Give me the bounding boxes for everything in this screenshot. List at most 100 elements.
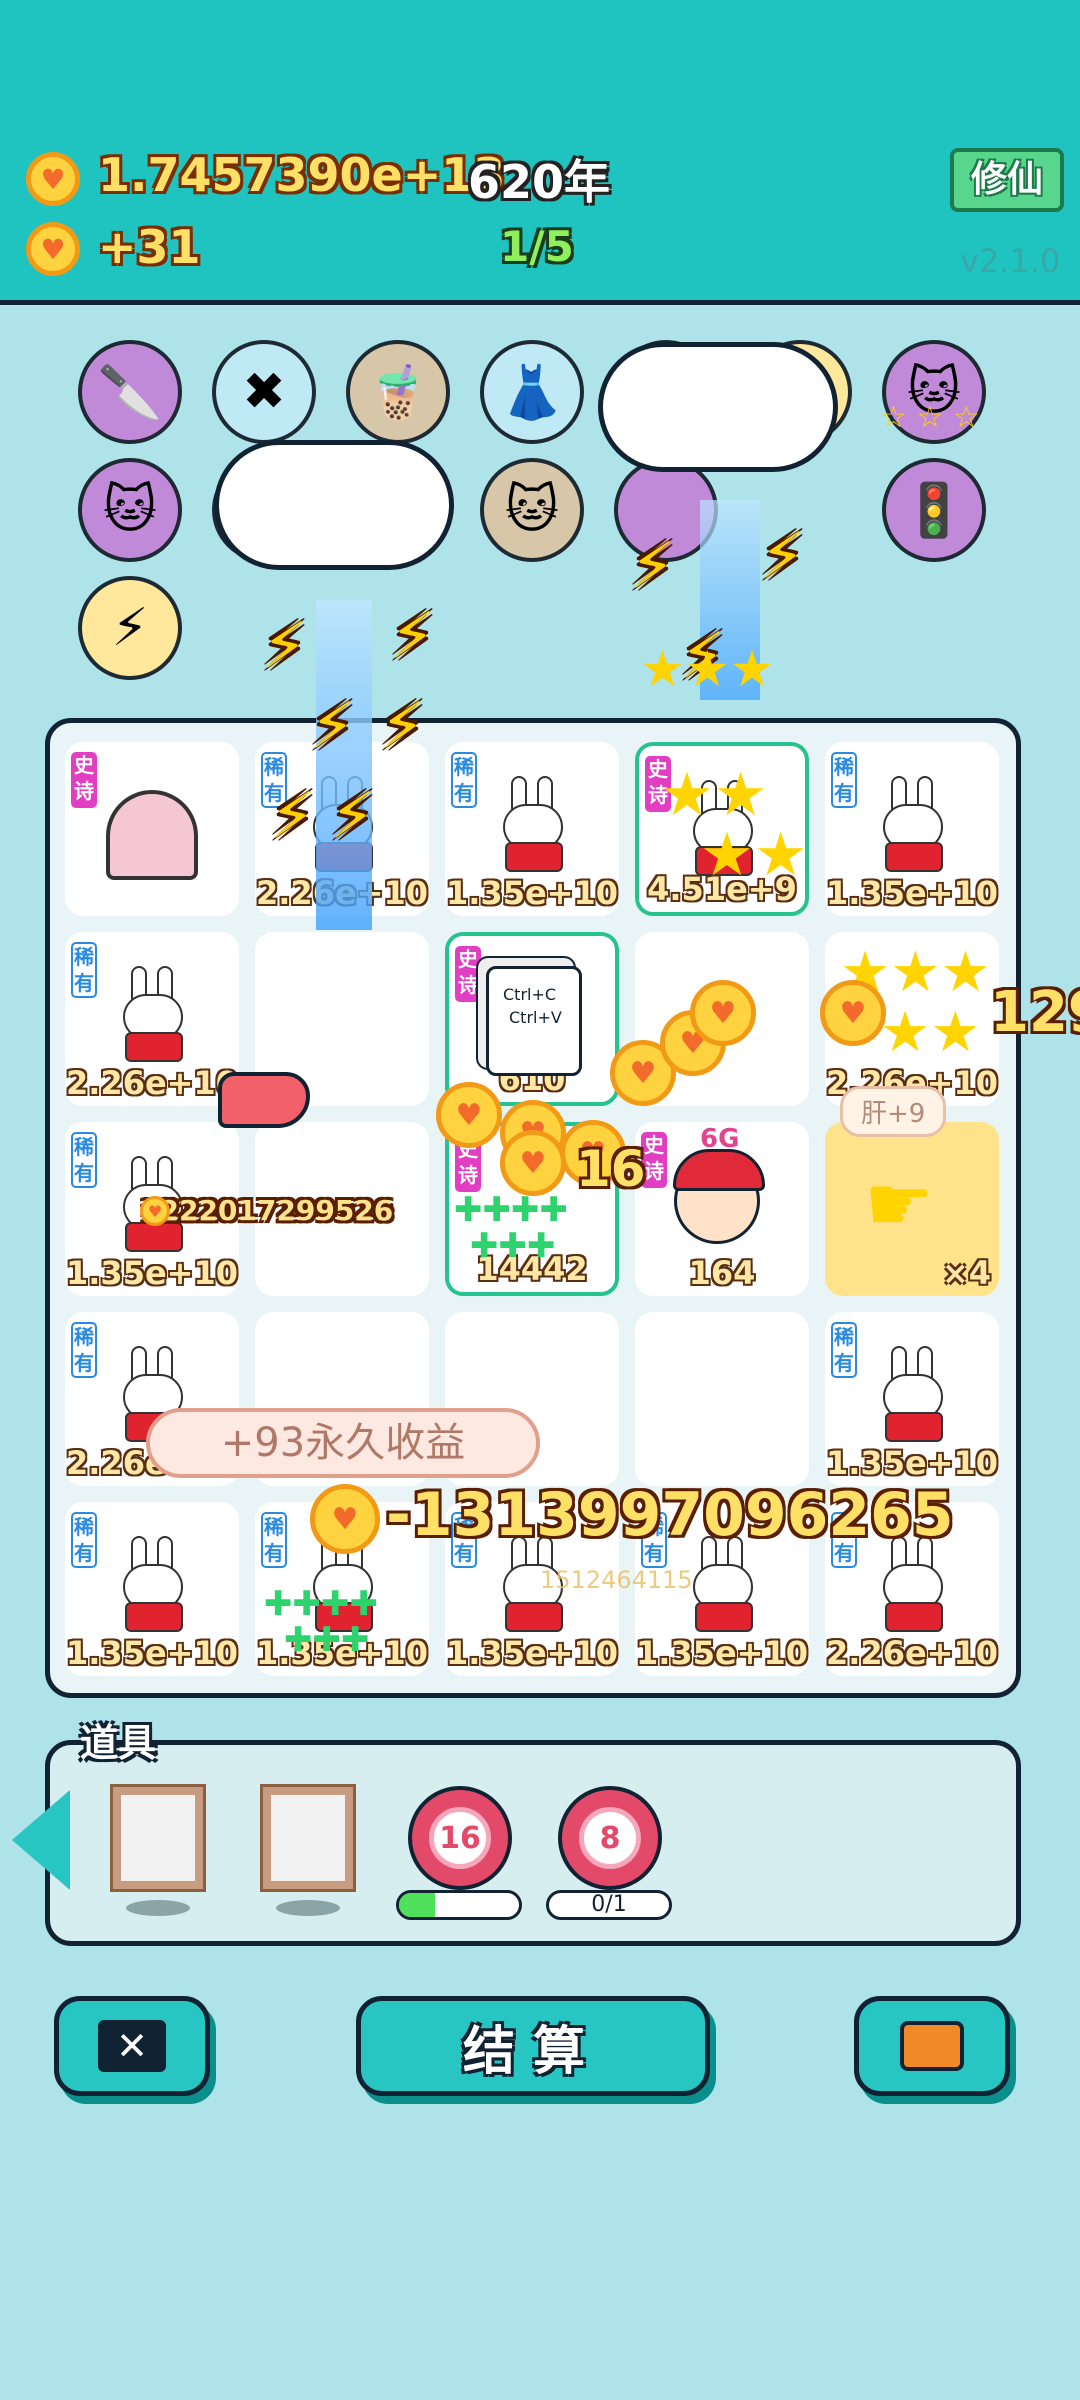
- close-icon: ✕: [98, 2020, 166, 2072]
- board-cell[interactable]: 稀有 2.26e+10: [65, 932, 239, 1106]
- permanent-income-toast: +93永久收益: [146, 1408, 540, 1478]
- cultivate-button[interactable]: 修仙: [950, 148, 1064, 212]
- rare-tag: 稀有: [451, 752, 477, 808]
- year-counter: 620年: [468, 155, 611, 209]
- coin-icon: ♥: [310, 1484, 380, 1554]
- board-cell[interactable]: 稀有 1.35e+10: [825, 742, 999, 916]
- epic-tag: 史诗: [71, 752, 97, 808]
- liver-bubble: 肝+9: [840, 1086, 947, 1137]
- copy-paste-card: Ctrl+C Ctrl+V: [486, 966, 582, 1076]
- target-progress-fill: [399, 1893, 435, 1917]
- target-icon-16[interactable]: 16: [408, 1786, 512, 1890]
- bunny-icon: [497, 776, 567, 876]
- coin-icon: ♥: [820, 980, 886, 1046]
- portrait-frame-empty[interactable]: [260, 1784, 356, 1892]
- target-icon-8[interactable]: 8: [558, 1786, 662, 1890]
- cat-coin-item-icon[interactable]: 🐱: [78, 458, 182, 562]
- scroll-left-arrow-icon[interactable]: [12, 1790, 70, 1890]
- clover-icon: ✚✚✚: [284, 1620, 370, 1660]
- coin-total: 1.7457390e+13: [98, 148, 506, 202]
- coin-icon: ♥: [26, 152, 80, 206]
- target-count: 16: [429, 1807, 491, 1869]
- target-progress-bar: 0/1: [546, 1890, 672, 1920]
- stage-progress: 1/5: [500, 222, 574, 271]
- rare-tag: 稀有: [71, 942, 97, 998]
- kid-face-icon: [673, 1149, 765, 1244]
- coin-icon: ♥: [690, 980, 756, 1046]
- clover-icon: ✚✚✚✚: [264, 1584, 378, 1624]
- lightning-bolt-icon: ⚡: [760, 520, 805, 594]
- epic-tag: 史诗: [455, 946, 481, 1002]
- item-shadow: [126, 1900, 190, 1916]
- star-icon: ★★: [700, 820, 808, 890]
- cloud-icon-2: [598, 342, 838, 472]
- target-count: 8: [579, 1807, 641, 1869]
- floating-gain: 129: [990, 980, 1080, 1045]
- settle-label: 结算: [462, 2021, 603, 2082]
- blank-portrait-icon: [271, 1795, 345, 1881]
- lightning-bolt-icon: ⚡: [330, 780, 375, 854]
- lightning-bolt-icon: ⚡: [380, 690, 425, 764]
- income-coin-icon: ♥: [26, 222, 80, 276]
- cell-value: 1.35e+10: [446, 1634, 618, 1672]
- version-label: v2.1.0: [960, 242, 1061, 280]
- floating-gain: 1222017299526: [140, 1194, 394, 1227]
- cell-value: 1.35e+10: [446, 874, 618, 912]
- rare-tag: 稀有: [71, 1512, 97, 1568]
- bunny-house-icon: [106, 790, 198, 880]
- traffic-light-item-icon[interactable]: 🚦: [882, 458, 986, 562]
- rare-tag: 稀有: [71, 1322, 97, 1378]
- star-icon: ★★: [880, 1000, 981, 1065]
- old-man-portrait-icon: [121, 1795, 195, 1881]
- cell-value: 2.26e+10: [826, 1634, 998, 1672]
- rare-tag: 稀有: [831, 752, 857, 808]
- bunny-icon: [877, 776, 947, 876]
- cell-value: ×4: [941, 1254, 991, 1292]
- twin-cats-item-icon[interactable]: 🐱: [480, 458, 584, 562]
- board-cell[interactable]: 稀有 1.35e+10: [445, 742, 619, 916]
- cell-value: 2.26e+10: [66, 1064, 238, 1102]
- cell-value: 1.35e+10: [66, 1254, 238, 1292]
- paste-label: Ctrl+V: [509, 1008, 562, 1027]
- props-title: 道具: [80, 1721, 157, 1765]
- rare-tag: 稀有: [261, 1512, 287, 1568]
- floating-gain: 1512464115: [540, 1566, 693, 1594]
- lightning-bolt-icon: ⚡: [630, 530, 675, 604]
- target-progress-text: 0/1: [591, 1892, 627, 1917]
- lightning-bolt-icon: ⚡: [390, 600, 435, 674]
- rare-tag: 稀有: [71, 1132, 97, 1188]
- clover-icon: ✚✚✚✚: [454, 1190, 568, 1230]
- coin-icon: ♥: [140, 1196, 170, 1226]
- exit-button[interactable]: ✕: [54, 1996, 210, 2096]
- lightning-item-icon[interactable]: ⚡: [78, 576, 182, 680]
- cloud-icon: [214, 440, 454, 570]
- board-cell[interactable]: [635, 1312, 809, 1486]
- cell-value: 1.35e+10: [66, 1634, 238, 1672]
- bubble-tea-item-icon[interactable]: 🧋: [346, 340, 450, 444]
- bag-button[interactable]: [854, 1996, 1010, 2096]
- star-icon: ★★★: [640, 640, 775, 698]
- rare-tag: 稀有: [831, 1322, 857, 1378]
- coin-icon: ♥: [500, 1130, 566, 1196]
- bunny-icon: [877, 1536, 947, 1636]
- cell-value: 1.35e+10: [826, 874, 998, 912]
- liver-icon: [218, 1072, 310, 1128]
- skirt-item-icon[interactable]: 👗: [480, 340, 584, 444]
- bunny-icon: [687, 1536, 757, 1636]
- board-cell[interactable]: 稀有 1.35e+10: [825, 1312, 999, 1486]
- bunny-icon: [117, 1536, 187, 1636]
- chopsticks-item-icon[interactable]: ✖: [212, 340, 316, 444]
- pointing-hand-icon: ☛: [864, 1160, 934, 1250]
- lightning-bolt-icon: ⚡: [310, 690, 355, 764]
- lightning-beam: [316, 600, 372, 930]
- floating-gain: 16: [576, 1140, 646, 1198]
- settle-button[interactable]: 结算: [356, 1996, 710, 2096]
- board-cell[interactable]: 稀有 1.35e+10: [65, 1502, 239, 1676]
- bunny-icon: [117, 966, 187, 1066]
- cleaver-item-icon[interactable]: 🔪: [78, 340, 182, 444]
- cell-value: 164: [688, 1254, 756, 1292]
- portrait-frame-old-man[interactable]: [110, 1784, 206, 1892]
- lightning-bolt-icon: ⚡: [270, 780, 315, 854]
- bunny-icon: [877, 1346, 947, 1446]
- clover-icon: ✚✚✚: [470, 1226, 556, 1266]
